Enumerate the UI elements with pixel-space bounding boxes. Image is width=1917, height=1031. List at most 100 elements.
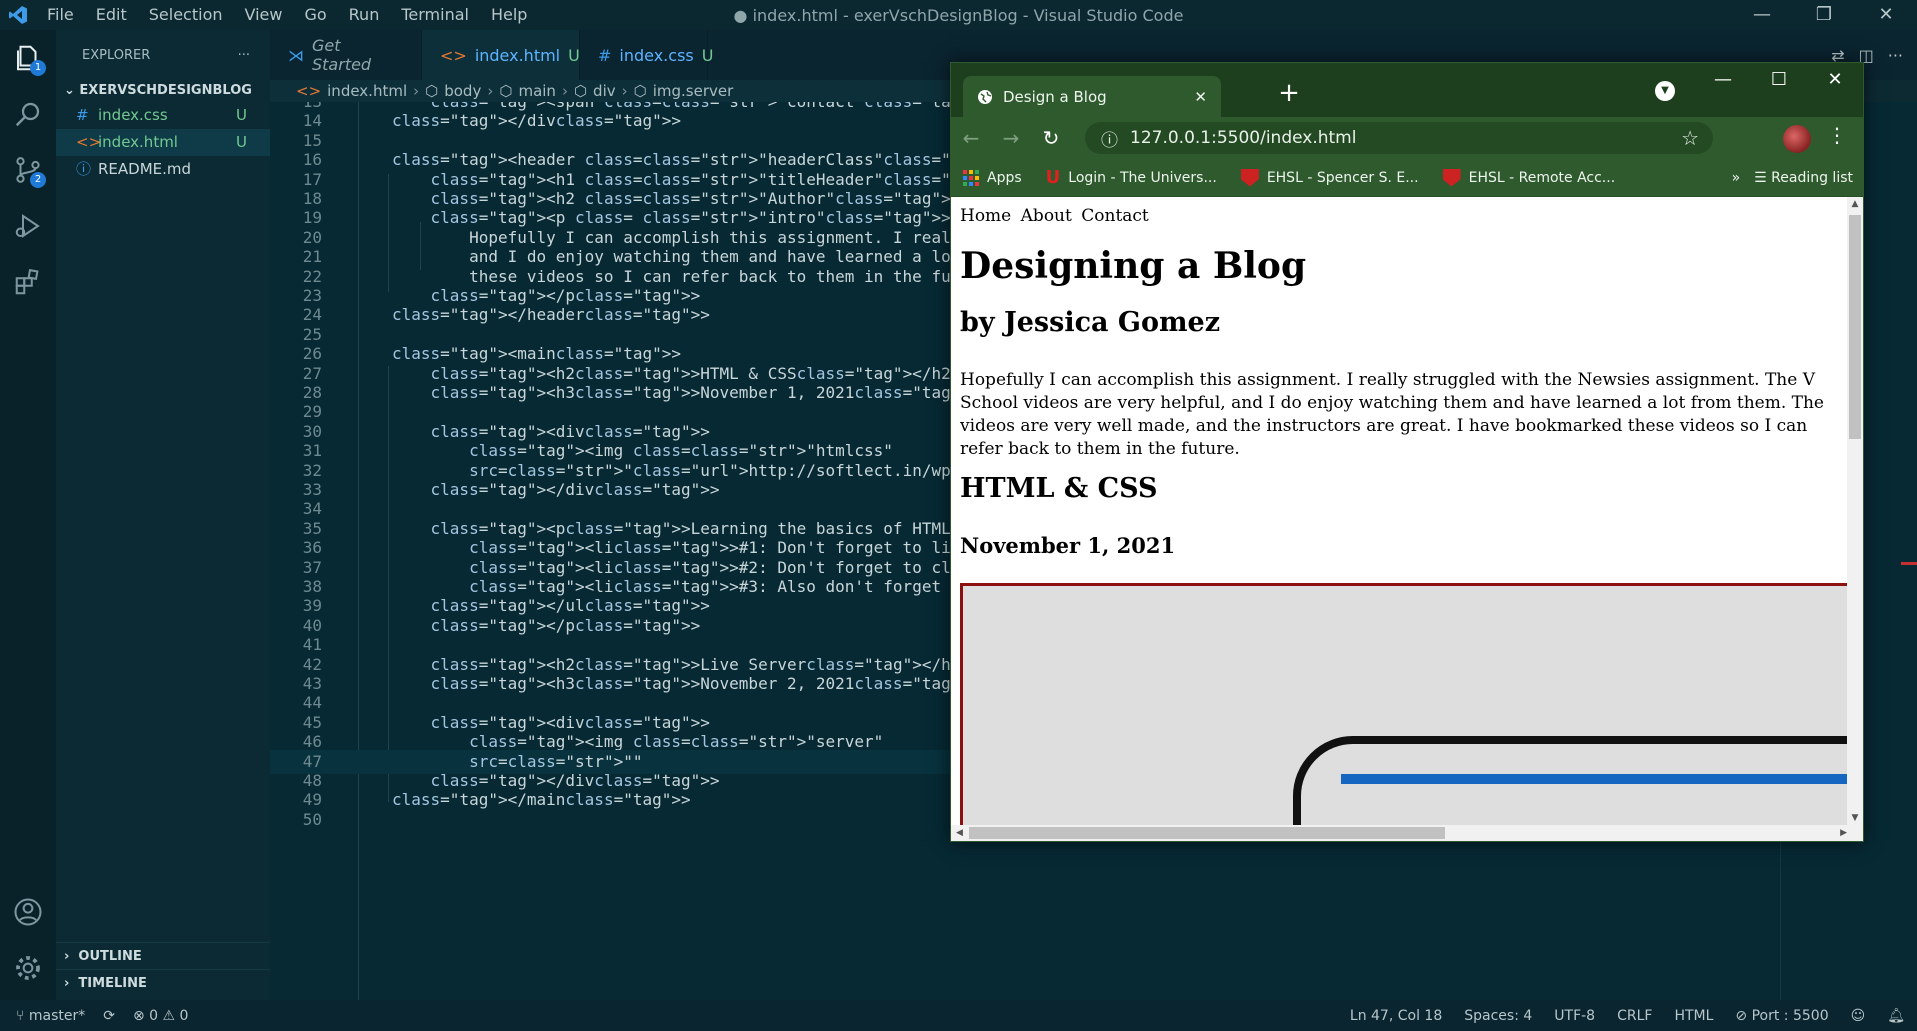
tab-status: U [568, 45, 580, 65]
feedback-icon[interactable]: ☺ [1851, 1008, 1866, 1024]
minimap-marker [1901, 562, 1917, 565]
bookmark-apps[interactable]: Apps [951, 169, 1034, 186]
file-name: README.md [98, 160, 192, 178]
browser-tab-strip: Design a Blog ✕ + ▼ — ☐ ✕ [951, 63, 1863, 117]
section-date: November 1, 2021 [960, 533, 1176, 558]
back-arrow-icon[interactable]: ← [951, 126, 991, 150]
close-icon[interactable]: ✕ [1807, 63, 1863, 97]
css-file-icon: # [76, 106, 89, 124]
tab-status: U [701, 45, 714, 65]
nav-about-link[interactable]: About [1021, 206, 1072, 226]
bookmark-login[interactable]: U Login - The Univers... [1034, 167, 1229, 188]
site-info-icon[interactable]: ⓘ [1101, 126, 1118, 151]
cursor-position[interactable]: Ln 47, Col 18 [1350, 1008, 1442, 1024]
notifications-bell-icon[interactable]: 🔔︎ [1887, 1008, 1905, 1024]
menu-edit[interactable]: Edit [85, 0, 138, 30]
minimize-icon[interactable]: — [1695, 63, 1751, 97]
more-bookmarks-icon[interactable]: » [1732, 170, 1741, 186]
source-control-icon[interactable]: 2 [0, 142, 56, 198]
explorer-header: EXPLORER [82, 47, 151, 63]
menu-view[interactable]: View [234, 0, 294, 30]
git-branch[interactable]: ⑂ master* [16, 1008, 85, 1024]
breadcrumb-item[interactable]: index.html [327, 82, 407, 100]
address-bar[interactable]: ⓘ 127.0.0.1:5500/index.html ☆ [1085, 122, 1713, 154]
forward-arrow-icon[interactable]: → [991, 126, 1031, 150]
close-tab-icon[interactable]: ✕ [1194, 88, 1207, 106]
menu-go[interactable]: Go [293, 0, 337, 30]
close-icon[interactable]: ✕ [1855, 0, 1917, 30]
page-nav: Home About Contact [960, 206, 1153, 226]
menu-terminal[interactable]: Terminal [390, 0, 480, 30]
new-tab-plus-icon[interactable]: + [1271, 75, 1307, 111]
scroll-left-icon[interactable]: ◀ [956, 825, 963, 841]
sync-icon[interactable]: ⟳ [103, 1008, 115, 1024]
scroll-down-icon[interactable]: ▼ [1847, 813, 1863, 823]
file-item-index-html[interactable]: <> index.html U [56, 129, 270, 156]
chevron-right-icon: › [621, 82, 628, 100]
breadcrumb-item[interactable]: div [593, 82, 616, 100]
end-of-line[interactable]: CRLF [1617, 1008, 1652, 1024]
more-actions-icon[interactable]: ··· [238, 48, 250, 63]
scroll-right-icon[interactable]: ▶ [1840, 825, 1847, 841]
tab-search-icon[interactable]: ▼ [1655, 81, 1675, 101]
apps-grid-icon [963, 169, 979, 186]
reload-icon[interactable]: ↻ [1031, 126, 1071, 150]
file-item-index-css[interactable]: # index.css U [56, 102, 270, 129]
bookmark-star-icon[interactable]: ☆ [1681, 126, 1699, 150]
maximize-icon[interactable]: ☐ [1751, 63, 1807, 97]
menu-file[interactable]: File [36, 0, 85, 30]
chevron-right-icon: › [413, 82, 420, 100]
scrollbar-thumb[interactable] [1849, 215, 1861, 439]
reading-list[interactable]: ☰ Reading list [1754, 170, 1853, 186]
profile-avatar[interactable] [1783, 125, 1811, 153]
bookmark-ehsl-remote[interactable]: EHSL - Remote Acc... [1431, 168, 1628, 187]
bookmark-ehsl-spencer[interactable]: EHSL - Spencer S. E... [1229, 168, 1431, 187]
horizontal-scrollbar[interactable]: ◀ ▶ [951, 825, 1863, 841]
intro-paragraph: Hopefully I can accomplish this assignme… [960, 370, 1824, 459]
menu-run[interactable]: Run [338, 0, 391, 30]
search-icon[interactable] [0, 86, 56, 142]
run-debug-icon[interactable] [0, 198, 56, 254]
extensions-icon[interactable] [0, 254, 56, 310]
live-server-port[interactable]: ⊘ Port : 5500 [1735, 1008, 1828, 1024]
explorer-icon[interactable]: 1 [0, 30, 56, 86]
browser-tab[interactable]: Design a Blog ✕ [963, 76, 1221, 117]
minimize-icon[interactable]: — [1731, 0, 1793, 30]
problems-indicator[interactable]: ⊗ 0 ⚠ 0 [133, 1008, 188, 1024]
restore-icon[interactable]: ❐ [1793, 0, 1855, 30]
bookmark-label: EHSL - Remote Acc... [1468, 169, 1616, 186]
nav-contact-link[interactable]: Contact [1081, 206, 1149, 226]
menu-help[interactable]: Help [480, 0, 538, 30]
timeline-section[interactable]: › TIMELINE [56, 969, 270, 996]
title-bar: File Edit Selection View Go Run Terminal… [0, 0, 1917, 30]
scroll-up-icon[interactable]: ▲ [1847, 199, 1863, 209]
breadcrumb: <> index.html › ⬡ body › ⬡ main › ⬡ div … [270, 80, 960, 102]
reading-list-label: Reading list [1771, 169, 1853, 186]
settings-gear-icon[interactable] [0, 940, 56, 996]
scrollbar-thumb[interactable] [969, 827, 1445, 839]
workspace-folder[interactable]: ⌄ EXERVSCHDESIGNBLOG [56, 80, 270, 102]
browser-menu-icon[interactable]: ⋮ [1827, 123, 1847, 147]
breadcrumb-item[interactable]: img.server [653, 82, 734, 100]
more-actions-icon[interactable]: ··· [1888, 46, 1903, 65]
timeline-label: TIMELINE [78, 976, 147, 991]
status-bar: ⑂ master* ⟳ ⊗ 0 ⚠ 0 Ln 47, Col 18 Spaces… [0, 1000, 1917, 1031]
tab-index-html[interactable]: <> index.html U ● [422, 30, 602, 80]
account-icon[interactable] [0, 884, 56, 940]
page-viewport[interactable]: Home About Contact Designing a Blog by J… [951, 197, 1847, 825]
vertical-scrollbar[interactable]: ▲ ▼ [1847, 197, 1863, 825]
encoding[interactable]: UTF-8 [1554, 1008, 1595, 1024]
nav-home-link[interactable]: Home [960, 206, 1011, 226]
file-item-readme[interactable]: ⓘ README.md [56, 156, 270, 183]
breadcrumb-item[interactable]: main [518, 82, 555, 100]
tab-index-css[interactable]: # index.css U [580, 30, 713, 80]
language-mode[interactable]: HTML [1674, 1008, 1713, 1024]
html-file-icon: <> [76, 133, 102, 151]
htmlcss-image [960, 583, 1847, 825]
indentation[interactable]: Spaces: 4 [1464, 1008, 1532, 1024]
menu-selection[interactable]: Selection [138, 0, 234, 30]
breadcrumb-item[interactable]: body [444, 82, 481, 100]
tab-get-started[interactable]: ⋊ Get Started [270, 30, 422, 80]
outline-section[interactable]: › OUTLINE [56, 942, 270, 969]
css-tab-icon: # [598, 45, 612, 65]
